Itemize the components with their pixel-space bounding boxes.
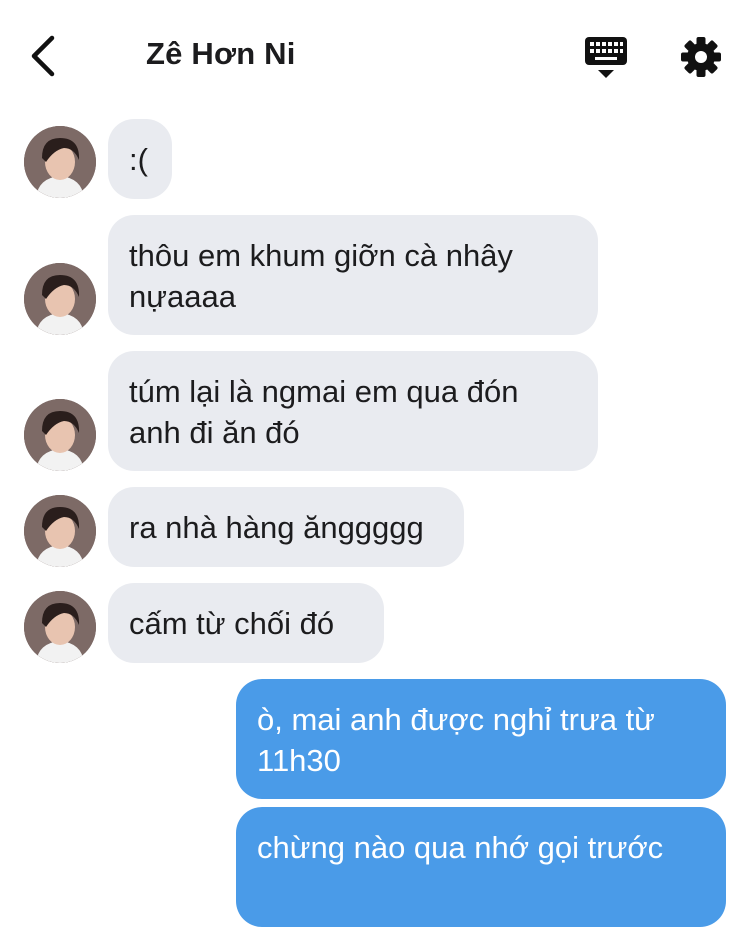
profile-photo bbox=[24, 495, 96, 567]
profile-photo bbox=[24, 399, 96, 471]
avatar[interactable] bbox=[24, 495, 96, 567]
message-bubble-incoming[interactable]: :( bbox=[108, 119, 172, 199]
chat-header: Zê Hơn Ni bbox=[0, 0, 750, 112]
message-bubble-incoming[interactable]: túm lại là ngmai em qua đón anh đi ăn đó bbox=[108, 351, 598, 471]
profile-photo bbox=[24, 263, 96, 335]
profile-photo bbox=[24, 591, 96, 663]
keyboard-icon bbox=[585, 37, 627, 78]
back-button[interactable] bbox=[22, 32, 66, 80]
message-bubble-outgoing[interactable]: chừng nào qua nhớ gọi trước bbox=[236, 807, 726, 927]
message-bubble-incoming[interactable]: ra nhà hàng ănggggg bbox=[108, 487, 464, 567]
avatar[interactable] bbox=[24, 399, 96, 471]
message-bubble-outgoing[interactable]: ò, mai anh được nghỉ trưa từ 11h30 bbox=[236, 679, 726, 799]
chevron-left-icon bbox=[31, 35, 55, 77]
chat-screen: Zê Hơn Ni:(thôu em khum giỡn cà nhây n… bbox=[0, 0, 750, 928]
keyboard-button[interactable] bbox=[582, 34, 630, 82]
avatar[interactable] bbox=[24, 263, 96, 335]
message-bubble-incoming[interactable]: thôu em khum giỡn cà nhây nựaaaa bbox=[108, 215, 598, 335]
gear-icon bbox=[681, 37, 721, 77]
contact-name: Zê Hơn Ni bbox=[146, 36, 296, 71]
settings-button[interactable] bbox=[678, 34, 724, 80]
avatar[interactable] bbox=[24, 591, 96, 663]
message-bubble-incoming[interactable]: cấm từ chối đó bbox=[108, 583, 384, 663]
profile-photo bbox=[24, 126, 96, 198]
avatar[interactable] bbox=[24, 126, 96, 198]
